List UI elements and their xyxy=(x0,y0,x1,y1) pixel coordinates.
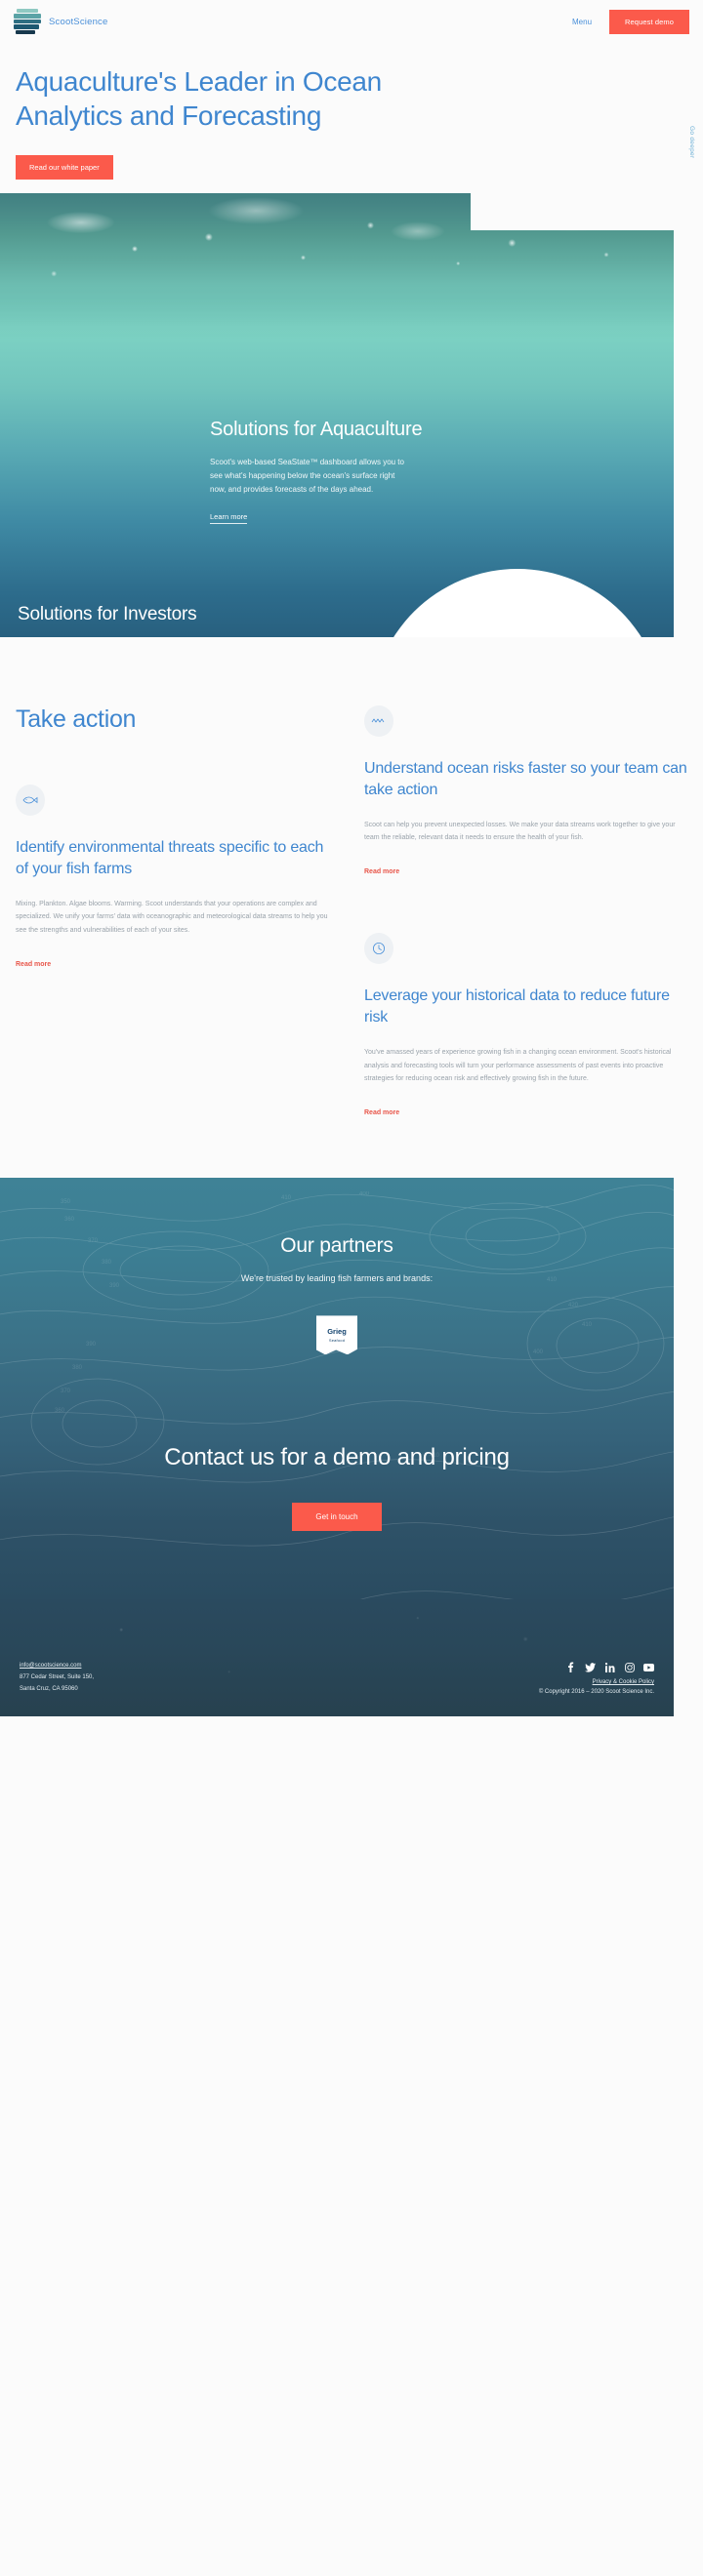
investors-heading: Solutions for Investors xyxy=(18,603,197,624)
partner-logo-tagline: Seafood xyxy=(328,1337,346,1343)
get-in-touch-button[interactable]: Get in touch xyxy=(292,1502,382,1531)
partner-logo-name: Grieg xyxy=(327,1327,347,1337)
youtube-icon[interactable] xyxy=(643,1662,654,1672)
laptop-dashboard-illustration xyxy=(371,568,664,637)
card-body: Mixing. Plankton. Algae blooms. Warming.… xyxy=(16,900,328,934)
take-action-title: Take action xyxy=(16,704,137,733)
copyright-text: © Copyright 2016 – 2020 Scoot Science In… xyxy=(538,1689,654,1696)
site-footer: info@scootscience.com 877 Cedar Street, … xyxy=(0,1598,674,1716)
facebook-icon[interactable] xyxy=(565,1662,576,1673)
hero-notch xyxy=(471,192,674,230)
card-identify-threats: Identify environmental threats specific … xyxy=(16,784,339,971)
footer-email-link[interactable]: info@scootscience.com xyxy=(20,1663,81,1669)
read-white-paper-button[interactable]: Read our white paper xyxy=(16,154,113,180)
footer-social-links xyxy=(539,1662,654,1673)
menu-toggle[interactable]: Menu xyxy=(572,18,592,26)
site-header: ScootScience Menu Request demo xyxy=(0,0,703,43)
hero-cta-row: Read our white paper Go deeper xyxy=(0,126,703,180)
hero-panel: Solutions for Aquaculture Scoot's web-ba… xyxy=(0,192,674,637)
footer-right: Privacy & Cookie Policy © Copyright 2016… xyxy=(539,1662,654,1695)
read-more-link[interactable]: Read more xyxy=(16,961,51,968)
solutions-aquaculture-block: Solutions for Aquaculture Scoot's web-ba… xyxy=(210,418,423,525)
instagram-icon[interactable] xyxy=(624,1662,635,1672)
aquaculture-heading: Solutions for Aquaculture xyxy=(210,418,423,440)
partners-subtitle: We're trusted by leading fish farmers an… xyxy=(240,1273,434,1284)
card-historical-data: Leverage your historical data to reduce … xyxy=(364,932,687,1119)
read-more-link[interactable]: Read more xyxy=(364,1109,399,1116)
landing-page: ScootScience Menu Request demo Aquacultu… xyxy=(0,0,703,1716)
svg-text:360: 360 xyxy=(64,1217,75,1223)
clock-icon xyxy=(364,932,393,964)
footer-background xyxy=(0,1598,674,1716)
linkedin-icon[interactable] xyxy=(604,1662,615,1672)
partner-logo-grieg-seafood: Grieg Seafood xyxy=(316,1315,357,1355)
svg-text:400: 400 xyxy=(359,1191,370,1197)
take-action-right-column: Understand ocean risks faster so your te… xyxy=(364,704,687,1120)
request-demo-button[interactable]: Request demo xyxy=(609,9,689,34)
brand-logo-link[interactable]: ScootScience xyxy=(14,9,108,34)
card-body: You've amassed years of experience growi… xyxy=(364,1049,672,1083)
header-nav: Menu Request demo xyxy=(572,9,689,34)
footer-contact-info: info@scootscience.com 877 Cedar Street, … xyxy=(20,1660,94,1696)
privacy-policy-link[interactable]: Privacy & Cookie Policy xyxy=(539,1679,654,1685)
brand-name: ScootScience xyxy=(49,16,108,27)
twitter-icon[interactable] xyxy=(585,1662,596,1672)
card-body: Scoot can help you prevent unexpected lo… xyxy=(364,821,676,842)
partners-content: Our partners We're trusted by leading fi… xyxy=(0,1234,674,1403)
cta-section: Contact us for a demo and pricing Get in… xyxy=(0,1403,674,1598)
card-heading: Identify environmental threats specific … xyxy=(16,838,324,877)
read-more-link[interactable]: Read more xyxy=(364,868,399,875)
take-action-section: Take action Identify environmental threa… xyxy=(0,636,703,1179)
card-heading: Understand ocean risks faster so your te… xyxy=(364,759,687,798)
page-title: Aquaculture's Leader in Ocean Analytics … xyxy=(16,66,382,132)
footer-address-line-1: 877 Cedar Street, Suite 150, xyxy=(20,1673,95,1680)
card-heading: Leverage your historical data to reduce … xyxy=(364,986,670,1026)
fish-icon xyxy=(16,784,45,816)
aquaculture-learn-more-link[interactable]: Learn more xyxy=(210,512,248,525)
partners-title: Our partners xyxy=(280,1234,393,1258)
cta-title: Contact us for a demo and pricing xyxy=(164,1444,510,1471)
take-action-left-column: Take action Identify environmental threa… xyxy=(16,705,339,1120)
card-understand-risks: Understand ocean risks faster so your te… xyxy=(364,704,687,878)
svg-text:350: 350 xyxy=(61,1199,71,1205)
footer-address-line-2: Santa Cruz, CA 95060 xyxy=(20,1686,78,1693)
partners-section: 350 360 370 380 390 390 380 370 360 410 … xyxy=(0,1178,674,1599)
aquaculture-body: Scoot's web-based SeaState™ dashboard al… xyxy=(210,458,404,495)
waves-icon xyxy=(364,704,393,737)
solutions-investors-block: Solutions for Investors Scoot Science's … xyxy=(18,603,203,637)
scoot-logo-icon xyxy=(14,9,41,34)
svg-text:410: 410 xyxy=(281,1195,292,1201)
go-deeper-link[interactable]: Go deeper xyxy=(688,126,695,158)
